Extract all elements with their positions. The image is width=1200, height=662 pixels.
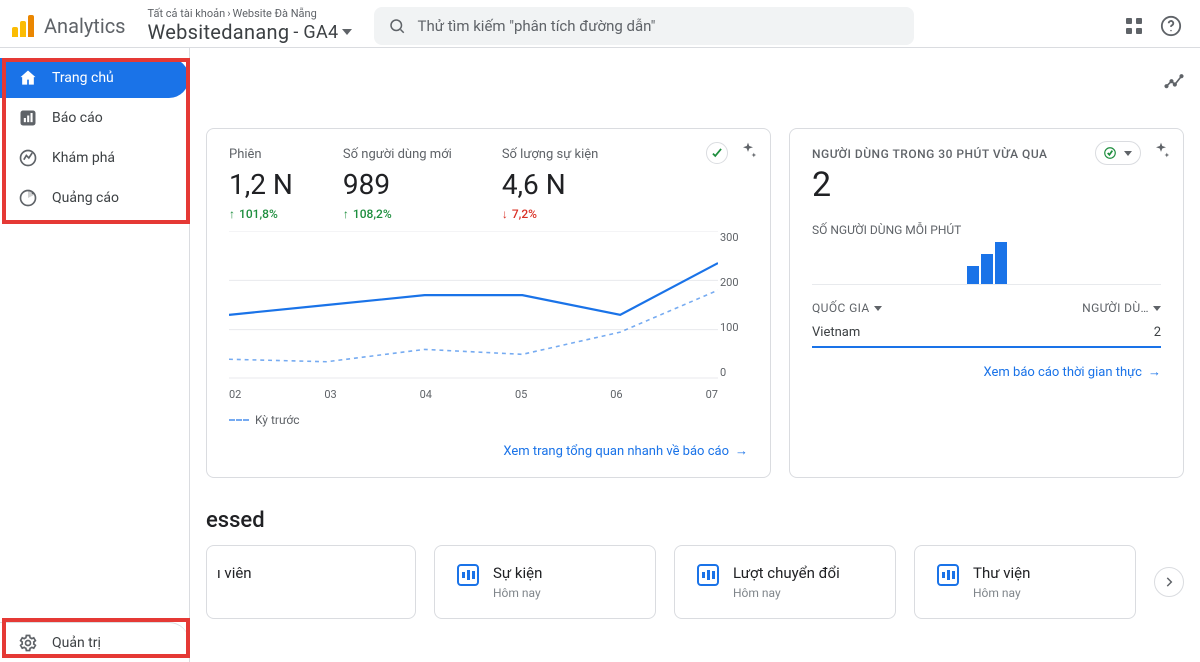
realtime-value: 2: [812, 165, 1161, 205]
metric-label: Số người dùng mới: [343, 147, 452, 162]
sidebar: Trang chủ Báo cáo Khám phá Quảng cáo Quả…: [0, 48, 190, 662]
realtime-card: NGƯỜI DÙNG TRONG 30 PHÚT VỪA QUA 2 SỐ NG…: [789, 128, 1184, 478]
realtime-col-country[interactable]: QUỐC GIA: [812, 301, 882, 315]
arrow-right-icon: →: [1148, 365, 1161, 380]
chevron-down-icon: [1124, 151, 1132, 156]
search-input[interactable]: Thử tìm kiếm "phân tích đường dẫn": [374, 7, 914, 45]
metric-label: Phiên: [229, 147, 293, 162]
status-check-icon[interactable]: [706, 142, 728, 164]
suggestion-row: ı viên Sự kiện Hôm nay Lượt chuyển đổi H…: [206, 545, 1184, 619]
realtime-subheading: SỐ NGƯỜI DÙNG MỖI PHÚT: [812, 223, 1161, 237]
dashed-swatch-icon: [229, 419, 249, 421]
metric-value: 1,2 N: [229, 168, 293, 201]
suggestion-card[interactable]: Lượt chuyển đổi Hôm nay: [674, 545, 896, 619]
logo[interactable]: Analytics: [8, 14, 134, 38]
sidebar-item-label: Quảng cáo: [52, 190, 119, 206]
realtime-col-users[interactable]: NGƯỜI DÙ…: [1082, 301, 1161, 315]
next-button[interactable]: [1154, 567, 1184, 597]
suggestion-card[interactable]: Thư viện Hôm nay: [914, 545, 1136, 619]
analytics-logo-icon: [12, 15, 36, 37]
section-title: essed: [206, 508, 1184, 533]
sidebar-item-admin[interactable]: Quản trị: [0, 622, 189, 662]
sidebar-item-ads[interactable]: Quảng cáo: [0, 178, 189, 218]
suggestion-card[interactable]: Sự kiện Hôm nay: [434, 545, 656, 619]
chevron-right-icon: [1162, 575, 1176, 589]
explore-icon: [18, 148, 38, 168]
product-name: Analytics: [44, 14, 126, 38]
realtime-report-link[interactable]: Xem báo cáo thời gian thực→: [812, 364, 1161, 380]
metric-value: 989: [343, 168, 452, 201]
arrow-right-icon: →: [735, 444, 748, 459]
overview-chart: 3002001000 020304050607: [229, 231, 748, 401]
apps-icon[interactable]: [1126, 18, 1142, 34]
metric-delta: 108,2%: [343, 207, 452, 221]
sidebar-item-reports[interactable]: Báo cáo: [0, 98, 189, 138]
chevron-down-icon: [874, 306, 882, 311]
main-content: Phiên 1,2 N 101,8% Số người dùng mới 989…: [190, 48, 1200, 662]
header: Analytics Tất cả tài khoản›Website Đà Nẵ…: [0, 0, 1200, 48]
chevron-down-icon: [1153, 306, 1161, 311]
ads-icon: [18, 188, 38, 208]
suggestion-card[interactable]: ı viên: [206, 545, 416, 619]
sidebar-item-label: Khám phá: [52, 150, 115, 166]
realtime-status-chip[interactable]: [1095, 141, 1141, 165]
sparkle-icon[interactable]: [1151, 141, 1171, 165]
search-placeholder: Thử tìm kiếm "phân tích đường dẫn": [418, 17, 656, 35]
metric-delta: 101,8%: [229, 207, 293, 221]
property-selector[interactable]: Tất cả tài khoản›Website Đà Nẵng Website…: [134, 7, 374, 44]
realtime-bar-chart: [812, 243, 1161, 285]
sidebar-item-label: Báo cáo: [52, 110, 103, 126]
overview-report-link[interactable]: Xem trang tổng quan nhanh về báo cáo→: [229, 443, 748, 459]
metric-label: Số lượng sự kiện: [502, 147, 599, 162]
sidebar-item-explore[interactable]: Khám phá: [0, 138, 189, 178]
realtime-country-row: Vietnam 2: [812, 315, 1161, 348]
home-icon: [18, 68, 38, 88]
property-tag: - GA4: [293, 22, 338, 43]
metric-value: 4,6 N: [502, 168, 599, 201]
insights-button[interactable]: [1164, 72, 1184, 96]
help-icon[interactable]: [1160, 15, 1182, 37]
property-name: Websitedanang: [148, 20, 290, 44]
gear-icon: [18, 633, 38, 653]
breadcrumb: Tất cả tài khoản›Website Đà Nẵng: [148, 7, 360, 20]
bar-chart-icon: [457, 564, 479, 586]
bar-chart-icon: [937, 564, 959, 586]
chevron-down-icon: [342, 29, 352, 35]
overview-card: Phiên 1,2 N 101,8% Số người dùng mới 989…: [206, 128, 771, 478]
metric-delta: 7,2%: [502, 207, 599, 221]
bar-chart-icon: [697, 564, 719, 586]
sparkle-icon[interactable]: [738, 141, 758, 165]
sidebar-item-home[interactable]: Trang chủ: [0, 58, 189, 98]
chart-legend: Kỳ trước: [229, 413, 748, 427]
search-icon: [388, 17, 406, 35]
bar-chart-icon: [18, 108, 38, 128]
sidebar-item-label: Trang chủ: [52, 70, 114, 86]
sidebar-item-label: Quản trị: [52, 635, 101, 651]
